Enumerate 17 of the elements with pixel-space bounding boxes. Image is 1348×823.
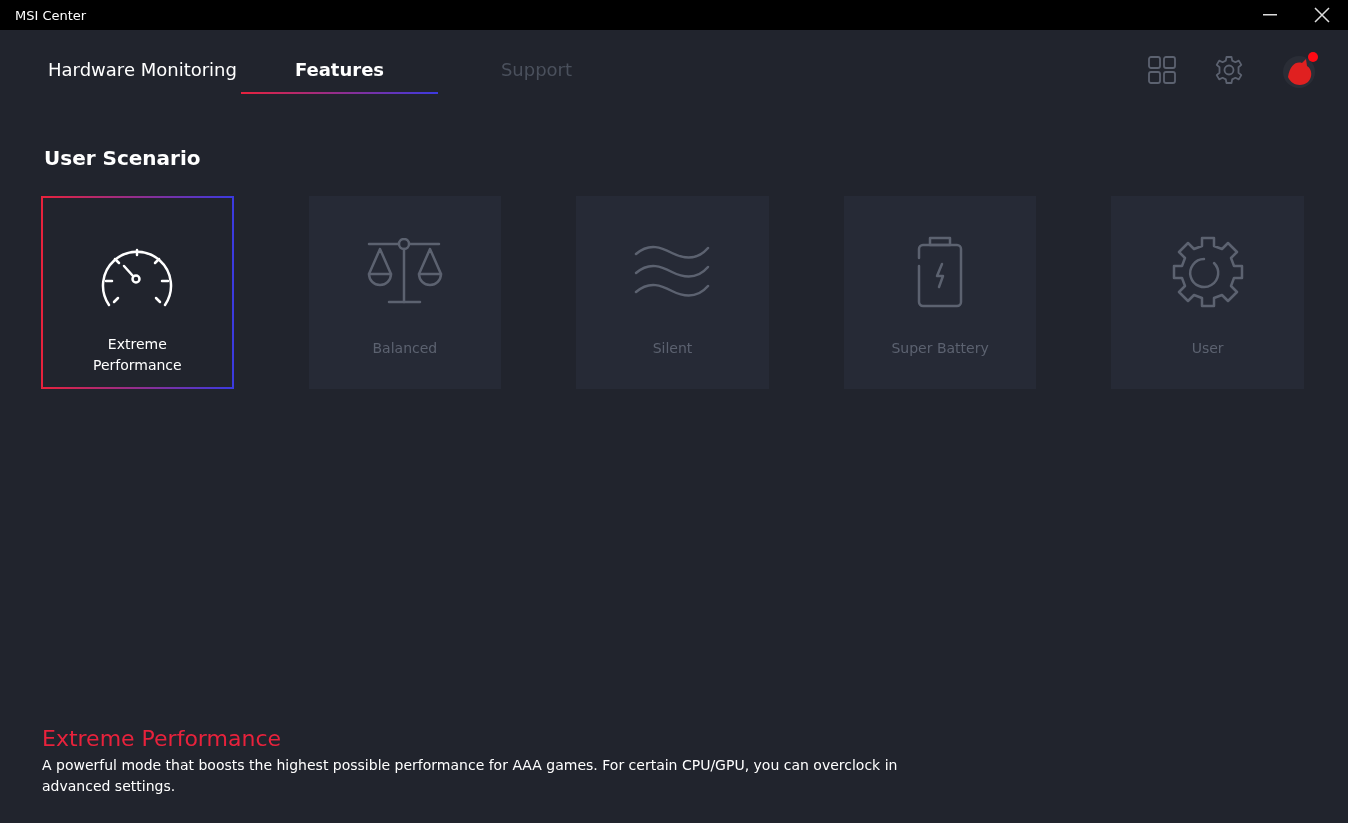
scenario-card[interactable]: Super Battery xyxy=(843,196,1037,389)
minimize-icon[interactable] xyxy=(1263,14,1277,16)
scenario-card[interactable]: User xyxy=(1111,196,1304,389)
mode-title: Extreme Performance xyxy=(42,726,282,751)
mode-description: A powerful mode that boosts the highest possible performance for AAA games. For certain CPU/GPU, you can overclock in advanced settings. xyxy=(42,756,899,796)
window-title: MSI Center xyxy=(15,7,87,23)
grid-icon[interactable] xyxy=(1148,56,1176,84)
close-icon[interactable] xyxy=(1314,7,1330,23)
scenario-card[interactable]: Silent xyxy=(576,196,769,389)
waves-icon xyxy=(634,244,711,300)
scenario-card[interactable]: Balanced xyxy=(308,196,502,389)
avatar-icon[interactable] xyxy=(1282,51,1320,89)
settings-icon[interactable] xyxy=(1214,55,1244,85)
nav-tab[interactable]: Features xyxy=(241,46,438,94)
nav-tab[interactable]: Hardware Monitoring xyxy=(44,46,241,94)
section-title: User Scenario xyxy=(44,146,202,170)
scenario-card[interactable]: Extreme Performance xyxy=(41,196,234,389)
